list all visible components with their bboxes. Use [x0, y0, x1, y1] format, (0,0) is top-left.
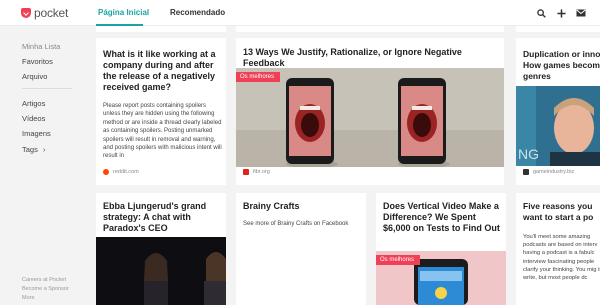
best-of-badge: Os melhores	[236, 72, 281, 82]
sidebar: Minha Lista Favoritos Arquivo Artigos Ví…	[0, 26, 86, 305]
sidebar-item-articles[interactable]: Artigos	[22, 99, 45, 108]
chevron-right-icon: ›	[42, 147, 46, 154]
plus-icon[interactable]	[556, 8, 566, 18]
sidebar-item-images[interactable]: Imagens	[22, 129, 51, 138]
best-of-badge: Os melhores	[376, 255, 421, 265]
card-title[interactable]: Duplication or inno How games becom genr…	[523, 49, 600, 82]
article-card[interactable]: Does Vertical Video Make a Difference? W…	[376, 193, 506, 305]
card-source[interactable]: fibr.org	[243, 169, 270, 175]
sidebar-item-tags[interactable]: Tags ›	[22, 145, 45, 154]
card-image-phones	[236, 68, 504, 167]
pocket-logo-icon	[21, 8, 31, 18]
card-excerpt: Please report posts containing spoilers …	[103, 103, 222, 160]
footer-link-careers[interactable]: Careers at Pocket	[22, 277, 66, 283]
card-image-interview	[96, 237, 226, 305]
card-source-label: reddit.com	[113, 169, 139, 175]
footer-link-sponsor[interactable]: Become a Sponsor	[22, 286, 69, 292]
article-card[interactable]: Brainy Crafts See more of Brainy Crafts …	[236, 193, 366, 305]
card-source[interactable]: gameindustry.biz	[523, 169, 574, 175]
article-card[interactable]: Duplication or inno How games becom genr…	[516, 38, 600, 185]
footer-link-more[interactable]: More	[22, 295, 35, 301]
card-title[interactable]: 13 Ways We Justify, Rationalize, or Igno…	[243, 47, 504, 69]
card-stub	[516, 26, 600, 32]
sidebar-item-tags-label: Tags	[22, 145, 38, 154]
pocket-logo[interactable]: pocket	[21, 6, 69, 20]
sidebar-item-videos[interactable]: Vídeos	[22, 114, 45, 123]
sidebar-item-favorites[interactable]: Favoritos	[22, 57, 53, 66]
card-source-label: gameindustry.biz	[533, 169, 575, 175]
tab-recommended[interactable]: Recomendado	[170, 8, 225, 17]
card-stub	[236, 26, 504, 32]
article-card[interactable]: Five reasons you want to start a po You'…	[516, 193, 600, 305]
sidebar-divider	[22, 88, 72, 89]
card-image-caption: NG	[518, 146, 539, 162]
article-card[interactable]: 13 Ways We Justify, Rationalize, or Igno…	[236, 38, 504, 185]
card-excerpt: See more of Brainy Crafts on Facebook	[243, 221, 349, 227]
top-header: pocket Página Inicial Recomendado	[0, 0, 600, 26]
card-source[interactable]: reddit.com	[103, 169, 139, 175]
card-source-label: fibr.org	[253, 169, 270, 175]
sidebar-item-my-list[interactable]: Minha Lista	[22, 42, 60, 51]
fibr-favicon-icon	[243, 169, 249, 175]
reddit-favicon-icon	[103, 169, 109, 175]
tab-home[interactable]: Página Inicial	[98, 8, 149, 17]
mail-icon[interactable]	[576, 8, 586, 18]
card-title[interactable]: Five reasons you want to start a po	[523, 201, 600, 223]
search-icon[interactable]	[536, 8, 546, 18]
pocket-app-window: pocket Página Inicial Recomendado Minha …	[0, 0, 600, 305]
card-title[interactable]: What is it like working at a company dur…	[103, 49, 223, 93]
card-title[interactable]: Ebba Ljungerud's grand strategy: A chat …	[103, 201, 223, 234]
article-card[interactable]: What is it like working at a company dur…	[96, 38, 226, 185]
logo-text: pocket	[34, 6, 69, 20]
card-stub	[96, 26, 226, 32]
sidebar-item-archive[interactable]: Arquivo	[22, 72, 47, 81]
card-excerpt: You'll meet some amazing podcasts are ba…	[523, 234, 600, 282]
gameindustry-favicon-icon	[523, 169, 529, 175]
article-card[interactable]: Ebba Ljungerud's grand strategy: A chat …	[96, 193, 226, 305]
card-title[interactable]: Does Vertical Video Make a Difference? W…	[383, 201, 505, 234]
card-title[interactable]: Brainy Crafts	[243, 201, 363, 212]
